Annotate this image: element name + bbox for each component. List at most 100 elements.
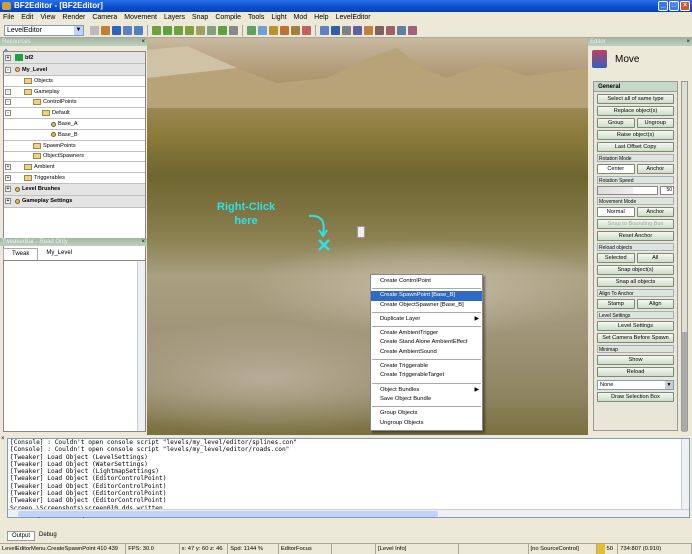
toolbar-button-icon[interactable] [375,26,384,35]
close-icon[interactable]: × [1,436,5,442]
menu-mod[interactable]: Mod [294,12,308,24]
3d-viewport[interactable]: Right-Click here Create ControlPoint Creat… [147,38,588,435]
toolbar-button-icon[interactable] [364,26,373,35]
movement-normal-button[interactable]: Normal [597,207,635,217]
menu-movement[interactable]: Movement [124,12,157,24]
toolbar-button-icon[interactable] [163,26,172,35]
context-menu-item[interactable]: Object Bundles ▶ [371,386,482,395]
horizontal-scrollbar[interactable] [8,509,689,517]
toolbar-button-icon[interactable] [331,26,340,35]
selection-dropdown[interactable]: None ▼ [597,380,674,390]
tree-item[interactable]: + Gameplay Settings [4,195,145,208]
expand-toggle-icon[interactable]: - [5,66,11,73]
toolbar-button-icon[interactable] [280,26,289,35]
tab-my-level[interactable]: My_Level [38,248,80,260]
menu-view[interactable]: View [40,12,55,24]
toolbar-button-icon[interactable] [291,26,300,35]
group-button[interactable]: Group [597,118,635,128]
maximize-button[interactable]: □ [669,1,679,11]
toolbar-button-icon[interactable] [185,26,194,35]
toolbar-button-icon[interactable] [101,26,110,35]
snap-bounding-box-button[interactable]: Snap to Bounding Box [597,219,674,229]
stamp-button[interactable]: Stamp [597,299,635,309]
toolbar-button-icon[interactable] [112,26,121,35]
expand-toggle-icon[interactable]: - [5,110,11,117]
expand-toggle-icon[interactable]: + [5,198,11,205]
close-icon[interactable]: × [141,238,145,246]
snap-objects-button[interactable]: Snap object(s) [597,265,674,275]
context-menu-item[interactable]: Create ObjectSpawner [Base_B] [371,301,482,310]
menu-tools[interactable]: Tools [248,12,264,24]
align-button[interactable]: Align [636,299,674,309]
menu-leveleditor[interactable]: LevelEditor [336,12,371,24]
toolbar-button-icon[interactable] [408,26,417,35]
toolbar-button-icon[interactable] [353,26,362,35]
reload-all-button[interactable]: All [636,253,674,263]
menu-edit[interactable]: Edit [21,12,33,24]
close-button[interactable]: × [680,1,690,11]
context-menu-item[interactable]: Create ControlPoint [371,277,482,286]
scrollbar[interactable] [681,439,689,511]
close-icon[interactable]: × [141,38,145,46]
toolbar-button-icon[interactable] [320,26,329,35]
spawn-object-marker[interactable] [357,226,365,238]
replace-objects-button[interactable]: Replace object(s) [597,106,674,116]
context-menu-item[interactable]: Create AmbientSound [371,348,482,357]
tree-item[interactable]: - Default [4,108,145,120]
rotation-center-button[interactable]: Center [597,164,635,174]
minimize-button[interactable]: _ [658,1,668,11]
menu-light[interactable]: Light [271,12,286,24]
tree-item[interactable]: - ControlPoints [4,98,145,109]
toolbar-button-icon[interactable] [302,26,311,35]
tree-item[interactable]: SpawnPoints [4,141,145,152]
menu-render[interactable]: Render [62,12,85,24]
tab-debug[interactable]: Debug [35,531,61,541]
expand-toggle-icon[interactable]: - [5,99,11,106]
tree-item[interactable]: ObjectSpawners [4,152,145,163]
tab-output[interactable]: Output [7,531,36,541]
toolbar-button-icon[interactable] [207,26,216,35]
set-camera-button[interactable]: Set Camera Before Spawn [597,333,674,343]
reset-anchor-button[interactable]: Reset Anchor [597,231,674,241]
scrollbar[interactable] [137,261,145,431]
tree-item[interactable]: + Ambient [4,162,145,174]
tree-item[interactable]: Objects [4,76,145,87]
last-offset-copy-button[interactable]: Last Offset Copy [597,142,674,152]
menu-layers[interactable]: Layers [164,12,185,24]
ungroup-button[interactable]: Ungroup [636,118,674,128]
expand-toggle-icon[interactable]: + [5,54,11,61]
menu-snap[interactable]: Snap [192,12,208,24]
toolbar-button-icon[interactable] [134,26,143,35]
context-menu-item[interactable]: Group Objects [371,409,482,418]
context-menu-item[interactable]: Create AmbientTrigger [371,329,482,338]
tree-item[interactable]: - My_Level [4,64,145,76]
toolbar-button-icon[interactable] [247,26,256,35]
expand-toggle-icon[interactable]: - [5,88,11,95]
toolbar-button-icon[interactable] [123,26,132,35]
rotation-speed-value[interactable]: 50 [660,186,674,195]
reload-selected-button[interactable]: Selected [597,253,635,263]
menu-compile[interactable]: Compile [215,12,241,24]
toolbar-button-icon[interactable] [397,26,406,35]
toolbar-button-icon[interactable] [342,26,351,35]
tree-item[interactable]: Base_A [4,119,145,130]
tree-item[interactable]: - Gameplay [4,87,145,98]
minimap-show-button[interactable]: Show [597,355,674,365]
toolbar-button-icon[interactable] [174,26,183,35]
minimap-reload-button[interactable]: Reload [597,367,674,377]
toolbar-button-icon[interactable] [196,26,205,35]
context-menu-item[interactable]: Create Stand Alone AmbientEffect [371,338,482,347]
select-same-type-button[interactable]: Select all of same type [597,94,674,104]
tree-item[interactable]: + Level Brushes [4,183,145,196]
menu-camera[interactable]: Camera [92,12,117,24]
menu-file[interactable]: File [3,12,14,24]
context-menu-item[interactable]: Create Triggerable [371,362,482,371]
toolbar-button-icon[interactable] [258,26,267,35]
level-settings-button[interactable]: Level Settings [597,321,674,331]
expand-toggle-icon[interactable]: + [5,175,11,182]
menu-help[interactable]: Help [314,12,328,24]
toolbar-button-icon[interactable] [90,26,99,35]
toolbar-button-icon[interactable] [269,26,278,35]
editor-mode-select[interactable]: LevelEditor ▼ [4,25,84,36]
rotation-speed-slider[interactable] [597,186,658,195]
